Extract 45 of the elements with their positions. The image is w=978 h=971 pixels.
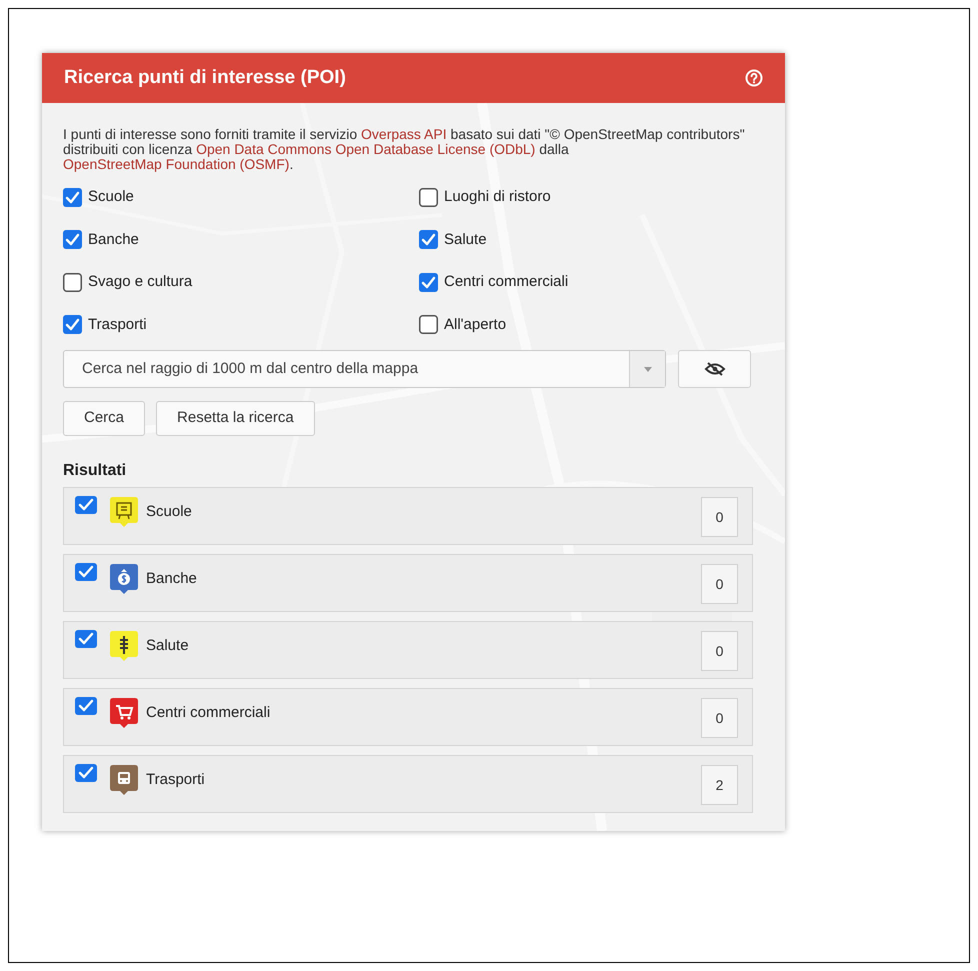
checkbox[interactable] <box>63 188 82 207</box>
link[interactable]: OpenStreetMap Foundation (OSMF) <box>63 156 290 172</box>
checkbox[interactable] <box>63 272 82 292</box>
category-label: Luoghi di ristoro <box>444 187 551 207</box>
result-label: Banche <box>146 569 198 589</box>
checkbox[interactable] <box>63 230 82 250</box>
attribution-text: I punti di interesse sono forniti tramite il servizio Overpass API basato sui dati "© OpenStreetMap contributors" distribuiti con licenza Open Data Commons Open Database License (ODbL) dalla OpenStreetMap Foundation (OSMF). <box>63 127 746 172</box>
panel-title: Ricerca punti di interesse (POI) <box>64 66 346 90</box>
category-label: All'aperto <box>444 314 506 334</box>
checkbox[interactable] <box>75 496 97 514</box>
category-label: Scuole <box>88 187 134 207</box>
link[interactable]: Overpass API <box>361 126 447 142</box>
category-label: Trasporti <box>88 314 147 334</box>
category-label: Salute <box>444 230 487 250</box>
category-label: Svago e cultura <box>88 272 192 292</box>
checkbox[interactable] <box>75 697 97 715</box>
result-count: 0 <box>701 497 738 537</box>
result-count: 0 <box>701 564 738 604</box>
help-icon[interactable] <box>745 69 763 87</box>
radius-dropdown[interactable]: Cerca nel raggio di 1000 m dal centro della mappa <box>63 350 666 388</box>
checkbox[interactable] <box>63 315 82 334</box>
caret-icon <box>644 366 652 372</box>
visibility-toggle-button[interactable] <box>678 350 751 388</box>
category-label: Banche <box>88 230 139 250</box>
action-button[interactable]: Resetta la ricerca <box>156 401 315 436</box>
checkbox[interactable] <box>419 272 438 292</box>
action-button[interactable]: Cerca <box>63 401 146 436</box>
checkbox[interactable] <box>75 764 97 782</box>
result-label: Salute <box>146 636 190 656</box>
checkbox[interactable] <box>75 630 97 648</box>
result-label: Centri commerciali <box>146 703 272 723</box>
category-label: Centri commerciali <box>444 272 568 292</box>
result-count: 0 <box>701 698 738 738</box>
eye-slash-icon <box>704 362 726 376</box>
result-label: Scuole <box>146 502 193 522</box>
checkbox[interactable] <box>419 230 438 250</box>
checkbox[interactable] <box>419 188 438 207</box>
radius-value: Cerca nel raggio di 1000 m dal centro della mappa <box>81 358 420 379</box>
result-count: 0 <box>701 631 738 671</box>
link[interactable]: Open Data Commons Open Database License (ODbL) <box>196 141 536 157</box>
checkbox[interactable] <box>419 315 438 334</box>
results-heading: Risultati <box>63 461 128 481</box>
checkbox[interactable] <box>75 563 97 581</box>
result-count: 2 <box>701 765 738 805</box>
result-label: Trasporti <box>146 770 206 790</box>
